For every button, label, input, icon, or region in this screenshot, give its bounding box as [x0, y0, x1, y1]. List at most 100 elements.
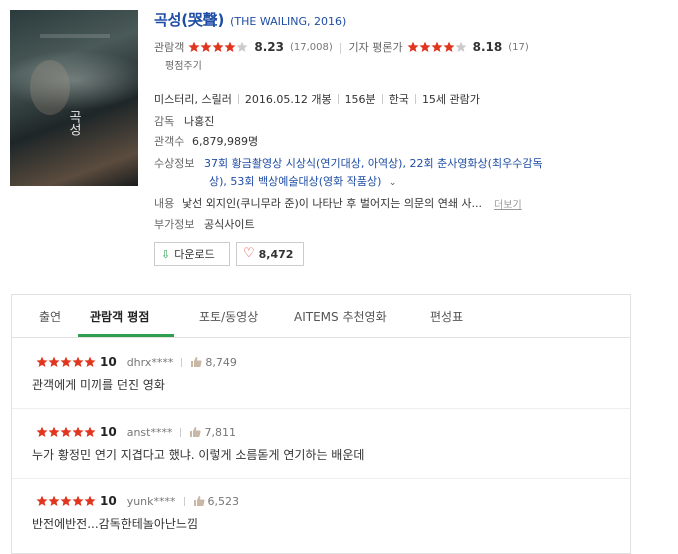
tab-panel: 출연 관람객 평점 포토/동영상 AITEMS 추천영화 편성표 10 dhrx… [11, 294, 631, 554]
poster-title: 곡성 [66, 110, 81, 136]
movie-poster[interactable]: 곡성 [10, 10, 138, 186]
content-label: 내용 [154, 197, 175, 210]
review-divider [12, 478, 630, 479]
star-icon [407, 41, 419, 53]
review-text: 관객에게 미끼를 던진 영화 [32, 378, 165, 392]
movie-title-en: (THE WAILING, 2016) [230, 15, 347, 28]
divider [180, 427, 182, 437]
audience-count-value: 6,879,989명 [192, 135, 259, 148]
official-site-link[interactable]: 공식사이트 [204, 216, 255, 232]
review-user: dhrx**** [126, 355, 174, 369]
critic-count: (17) [508, 41, 529, 53]
star-icon [455, 41, 467, 53]
star-icon [60, 495, 72, 507]
star-icon [48, 426, 60, 438]
director-link[interactable]: 나홍진 [184, 113, 214, 129]
review-likes: 6,523 [207, 494, 240, 508]
review-likes: 7,811 [204, 425, 236, 439]
movie-title[interactable]: 곡성(哭聲) [154, 9, 224, 30]
star-icon [200, 41, 212, 53]
chevron-down-icon[interactable]: ⌄ [389, 178, 397, 188]
tab-bar: 출연 관람객 평점 포토/동영상 AITEMS 추천영화 편성표 [12, 295, 630, 338]
content-summary: 낯선 외지인(쿠니무라 준)이 나타난 후 벌어지는 의문의 연쇄 사... [182, 197, 483, 210]
release-date: 2016.05.12 개봉 [244, 93, 332, 106]
critic-score: 8.18 [472, 40, 503, 54]
audience-count-label: 관객수 [154, 135, 185, 148]
review-text: 누가 황정민 연기 지겹다고 했냐. 이렇게 소름돋게 연기하는 배운데 [32, 448, 365, 462]
audience-rating-label: 관람객 [154, 41, 185, 54]
thumbs-up-icon[interactable] [189, 426, 202, 438]
active-tab-indicator [78, 334, 174, 337]
divider [381, 94, 383, 104]
tab-cast[interactable]: 출연 [39, 308, 61, 325]
star-icon [224, 41, 236, 53]
review-user: anst**** [126, 425, 173, 439]
like-button[interactable]: ♡ 8,472 [236, 242, 304, 266]
star-icon [36, 426, 48, 438]
age-rating: 15세 관람가 [421, 93, 480, 106]
star-icon [36, 356, 48, 368]
meta-row: 미스터리, 스릴러 2016.05.12 개봉 156분 한국 15세 관람가 [154, 91, 480, 107]
tab-aitems[interactable]: AITEMS 추천영화 [294, 308, 387, 325]
review-item: 10 anst**** 7,811 누가 황정민 연기 지겹다고 했냐. 이렇게… [32, 425, 612, 463]
audience-row: 관객수 6,879,989명 [154, 133, 258, 149]
heart-icon: ♡ [243, 246, 255, 261]
star-icon [84, 495, 96, 507]
star-icon [48, 495, 60, 507]
critic-rating-label: 기자 평론가 [348, 41, 403, 54]
review-score: 10 [100, 425, 117, 439]
star-icon [212, 41, 224, 53]
divider [181, 357, 183, 367]
star-icon [431, 41, 443, 53]
director-row: 감독 나홍진 [154, 113, 214, 129]
review-score: 10 [100, 355, 117, 369]
awards-block: 수상정보 37회 황금촬영상 시상식(연기대상, 아역상), 22회 춘사영화상… [154, 155, 543, 192]
review-item: 10 dhrx**** 8,749 관객에게 미끼를 던진 영화 [32, 355, 612, 393]
star-icon [60, 426, 72, 438]
critic-stars [407, 41, 467, 53]
star-icon [72, 426, 84, 438]
tab-schedule[interactable]: 편성표 [430, 308, 463, 325]
runtime: 156분 [344, 93, 376, 106]
more-link[interactable]: 더보기 [494, 196, 522, 211]
download-button[interactable]: ⇩ 다운로드 [154, 242, 230, 266]
write-rating-link[interactable]: 평점주기 [165, 57, 202, 72]
tab-audience-rating[interactable]: 관람객 평점 [90, 308, 149, 325]
review-likes: 8,749 [205, 355, 237, 369]
star-icon [60, 356, 72, 368]
star-icon [236, 41, 248, 53]
audience-score: 8.23 [254, 40, 284, 54]
rating-row: 관람객 8.23 (17,008) | 기자 평론가 8.18 (17) [154, 39, 529, 55]
awards-line2[interactable]: 상), 53회 백상예술대상(영화 작품상) [209, 175, 381, 188]
review-stars [36, 356, 96, 368]
star-icon [36, 495, 48, 507]
like-count: 8,472 [258, 247, 294, 261]
star-icon [72, 356, 84, 368]
review-score: 10 [100, 494, 117, 508]
divider: | [338, 40, 343, 54]
star-icon [188, 41, 200, 53]
divider [237, 94, 239, 104]
genre: 미스터리, 스릴러 [154, 93, 232, 106]
awards-line1[interactable]: 37회 황금촬영상 시상식(연기대상, 아역상), 22회 춘사영화상(최우수감… [204, 157, 543, 170]
review-stars [36, 426, 96, 438]
star-icon [48, 356, 60, 368]
star-icon [84, 426, 96, 438]
thumbs-up-icon[interactable] [190, 356, 202, 368]
extra-label: 부가정보 [154, 218, 195, 231]
extra-row: 부가정보 공식사이트 [154, 216, 255, 232]
star-icon [72, 495, 84, 507]
thumbs-up-icon[interactable] [193, 495, 205, 507]
country: 한국 [388, 93, 409, 106]
star-icon [419, 41, 431, 53]
movie-title-row: 곡성(哭聲) (THE WAILING, 2016) [154, 9, 347, 30]
divider [414, 94, 416, 104]
review-divider [12, 408, 630, 409]
download-icon: ⇩ [161, 247, 171, 261]
review-text: 반전에반전...감독한테놀아난느낌 [32, 517, 199, 531]
tab-photo-video[interactable]: 포토/동영상 [199, 308, 258, 325]
director-label: 감독 [154, 115, 175, 128]
download-label: 다운로드 [174, 248, 215, 261]
review-stars [36, 495, 96, 507]
divider [337, 94, 339, 104]
